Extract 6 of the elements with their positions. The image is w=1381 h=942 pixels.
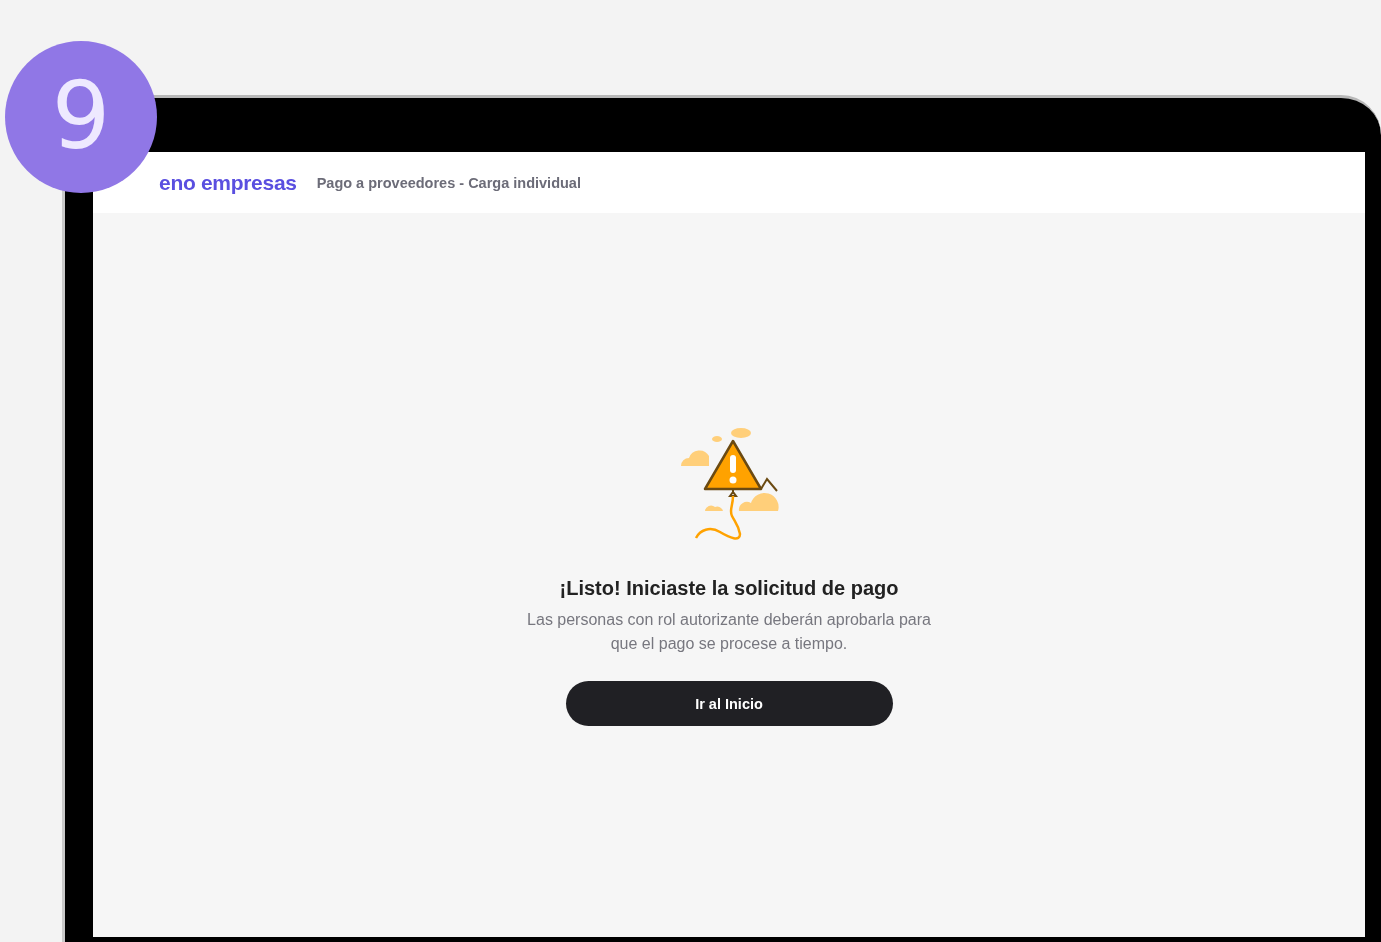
success-heading: ¡Listo! Iniciaste la solicitud de pago bbox=[559, 577, 899, 600]
success-description: Las personas con rol autorizante deberán aprobarla para que el pago se procese a tiempo. bbox=[526, 610, 932, 654]
go-home-button[interactable]: Ir al Inicio bbox=[565, 681, 893, 726]
step-number-badge: 9 bbox=[5, 41, 157, 193]
page-title: Pago a proveedores - Carga individual bbox=[316, 174, 581, 191]
brand-logo[interactable]: eno empresas bbox=[159, 170, 297, 195]
